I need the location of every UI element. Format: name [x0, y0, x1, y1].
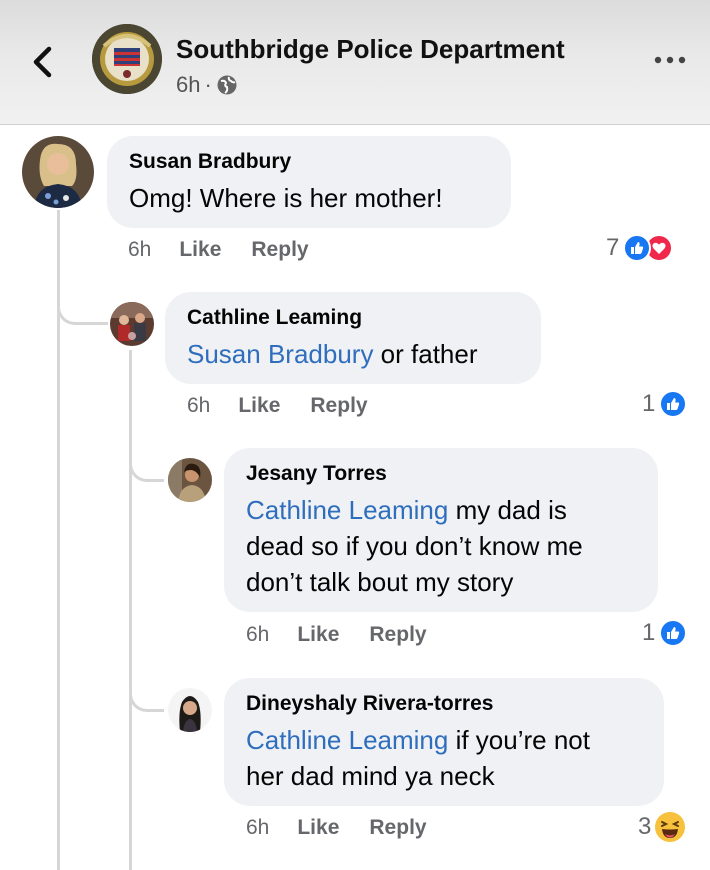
user-photo	[22, 136, 94, 208]
department-logo[interactable]	[92, 24, 162, 94]
reaction-count: 1	[642, 619, 656, 646]
comment-author[interactable]: Dineyshaly Rivera-torres	[246, 692, 642, 716]
avatar[interactable]	[168, 458, 212, 502]
reply-connector	[129, 449, 164, 482]
comment-actions: 6h Like Reply	[246, 816, 457, 840]
comment-actions: 6h Like Reply	[187, 394, 398, 418]
like-button[interactable]: Like	[297, 816, 339, 840]
comment-actions: 6h Like Reply	[128, 238, 339, 262]
reaction-count: 3	[638, 813, 652, 840]
page-title[interactable]: Southbridge Police Department	[176, 34, 565, 65]
comment-time[interactable]: 6h	[187, 394, 210, 418]
comment-time[interactable]: 6h	[246, 816, 269, 840]
post-meta: 6h ·	[176, 72, 238, 98]
chevron-left-icon	[33, 46, 52, 78]
police-badge-image	[92, 24, 162, 94]
comment-bubble[interactable]: Cathline Leaming Susan Bradbury or fathe…	[165, 292, 541, 384]
like-button[interactable]: Like	[238, 394, 280, 418]
mention-link[interactable]: Cathline Leaming	[246, 725, 448, 755]
comment-author[interactable]: Susan Bradbury	[129, 150, 489, 174]
comment-text-body: or father	[373, 339, 478, 369]
comment-author[interactable]: Cathline Leaming	[187, 306, 519, 330]
more-horizontal-icon	[654, 56, 686, 64]
avatar[interactable]	[110, 302, 154, 346]
reply-button[interactable]: Reply	[251, 238, 308, 262]
reaction-count: 1	[642, 390, 656, 417]
comment-time[interactable]: 6h	[246, 623, 269, 647]
comment-actions: 6h Like Reply	[246, 623, 457, 647]
like-reaction-icon	[659, 390, 688, 418]
user-photo	[168, 458, 212, 502]
reply-button[interactable]: Reply	[369, 816, 426, 840]
post-time[interactable]: 6h	[176, 72, 200, 98]
comment-author[interactable]: Jesany Torres	[246, 462, 636, 486]
reaction-summary[interactable]: 1	[642, 619, 688, 647]
reaction-count: 7	[606, 234, 620, 261]
reply-connector	[57, 294, 108, 325]
comment-text: Cathline Leaming my dad is dead so if you…	[246, 492, 636, 600]
reaction-summary[interactable]: 7	[606, 234, 674, 262]
like-reaction-icon	[659, 619, 688, 647]
comment-text-line: don’t talk bout my story	[246, 567, 514, 597]
avatar[interactable]	[22, 136, 94, 208]
thread-line	[129, 350, 132, 870]
comment-bubble[interactable]: Jesany Torres Cathline Leaming my dad is…	[224, 448, 658, 612]
meta-separator: ·	[204, 72, 212, 97]
comment-text-line: my dad is	[448, 495, 567, 525]
comment-bubble[interactable]: Dineyshaly Rivera-torres Cathline Leamin…	[224, 678, 664, 806]
comment-bubble[interactable]: Susan Bradbury Omg! Where is her mother!	[107, 136, 511, 228]
reply-connector	[129, 679, 164, 712]
avatar[interactable]	[168, 688, 212, 732]
back-button[interactable]	[22, 42, 62, 82]
mention-link[interactable]: Susan Bradbury	[187, 339, 373, 369]
comment-thread: Susan Bradbury Omg! Where is her mother!…	[0, 124, 710, 870]
user-photo	[110, 302, 154, 346]
like-button[interactable]: Like	[179, 238, 221, 262]
comment-text: Cathline Leaming if you’re not her dad mi…	[246, 722, 642, 794]
comment-text: Susan Bradbury or father	[187, 336, 519, 372]
comment-time[interactable]: 6h	[128, 238, 151, 262]
like-reaction-icon	[623, 234, 652, 262]
mention-link[interactable]: Cathline Leaming	[246, 495, 448, 525]
reaction-summary[interactable]: 3	[638, 812, 686, 842]
reply-button[interactable]: Reply	[310, 394, 367, 418]
haha-reaction-icon	[655, 812, 686, 842]
comment-text: Omg! Where is her mother!	[129, 183, 443, 213]
post-header: Southbridge Police Department 6h ·	[0, 0, 710, 125]
comment-text-line: her dad mind ya neck	[246, 761, 495, 791]
reply-button[interactable]: Reply	[369, 623, 426, 647]
comment-text-line: if you’re not	[448, 725, 590, 755]
user-photo	[168, 688, 212, 732]
globe-icon	[217, 75, 237, 95]
like-button[interactable]: Like	[297, 623, 339, 647]
comment-text-line: dead so if you don’t know me	[246, 531, 583, 561]
more-options-button[interactable]	[650, 48, 690, 72]
reaction-summary[interactable]: 1	[642, 390, 688, 418]
